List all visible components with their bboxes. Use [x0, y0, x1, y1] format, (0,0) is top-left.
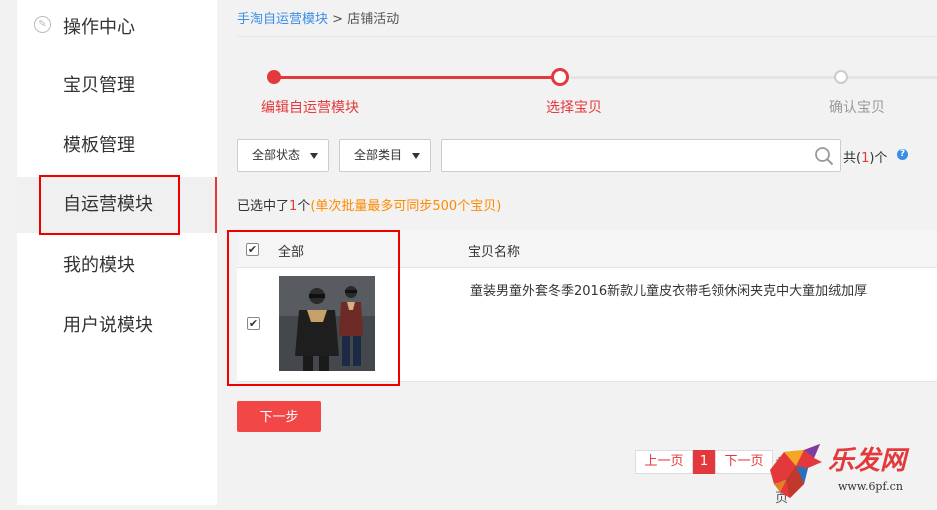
status-dropdown[interactable]: 全部状态 — [237, 139, 329, 172]
sidebar-item-my-modules[interactable]: 我的模块 — [17, 238, 217, 294]
next-step-button[interactable]: 下一步 — [237, 401, 321, 432]
step-progress-line — [274, 76, 561, 79]
breadcrumb-current: 店铺活动 — [347, 12, 400, 27]
selection-prefix: 已选中了 — [237, 199, 290, 214]
step-label-edit: 编辑自运营模块 — [261, 100, 359, 116]
search-input[interactable] — [442, 140, 812, 171]
total-suffix: )个 — [869, 151, 888, 166]
divider — [237, 36, 937, 37]
step-remaining-line — [561, 76, 937, 79]
step-done-dot — [267, 70, 281, 84]
wand-icon: ✎ — [34, 16, 51, 33]
sidebar-item-label: 我的模块 — [63, 255, 135, 276]
watermark: 乐发网 www.6pf.cn — [760, 440, 937, 502]
highlight-box — [39, 175, 180, 235]
breadcrumb-separator: > — [332, 12, 344, 27]
total-prefix: 共( — [843, 151, 862, 166]
bull-logo — [770, 444, 822, 498]
highlight-box — [227, 230, 400, 386]
sidebar-header-title: 操作中心 — [63, 17, 135, 38]
sidebar-item-self-operated-modules[interactable]: 自运营模块 — [17, 175, 217, 235]
sidebar-header: ✎ 操作中心 — [17, 0, 217, 50]
category-dropdown[interactable]: 全部类目 — [339, 139, 431, 172]
progress-steps: 编辑自运营模块 选择宝贝 确认宝贝 — [237, 60, 937, 120]
page-number[interactable]: 1 — [693, 450, 715, 474]
step-label-confirm: 确认宝贝 — [829, 100, 885, 116]
step-pending-dot — [834, 70, 848, 84]
search-icon[interactable] — [814, 146, 834, 166]
category-dropdown-value: 全部类目 — [354, 148, 403, 162]
product-title[interactable]: 童装男童外套冬季2016新款儿童皮衣带毛领休闲夹克中大童加绒加厚 — [470, 280, 867, 299]
header-product-name: 宝贝名称 — [468, 245, 521, 260]
breadcrumb: 手淘自运营模块 > 店铺活动 — [237, 8, 399, 27]
product-table: ✔ 全部 宝贝名称 ✔ 童装男童外套冬季2016新款儿童皮衣带毛领休闲夹克中大童… — [227, 230, 937, 386]
help-icon[interactable]: ? — [897, 149, 908, 160]
status-dropdown-value: 全部状态 — [252, 148, 301, 162]
sidebar-item-templates[interactable]: 模板管理 — [17, 118, 217, 174]
watermark-name: 乐发网 — [828, 446, 907, 476]
sidebar: ✎ 操作中心 宝贝管理 模板管理 自运营模块 我的模块 用户说模块 — [17, 0, 217, 505]
step-current-dot — [551, 68, 569, 86]
caret-down-icon — [310, 153, 318, 159]
sidebar-item-label: 模板管理 — [63, 135, 135, 156]
caret-down-icon — [412, 153, 420, 159]
total-count: 共(1)个 — [843, 147, 887, 166]
step-label-select: 选择宝贝 — [546, 100, 602, 116]
main-content: 手淘自运营模块 > 店铺活动 编辑自运营模块 选择宝贝 确认宝贝 全部状态 全部… — [227, 0, 937, 510]
sidebar-item-label: 用户说模块 — [63, 315, 153, 336]
breadcrumb-link[interactable]: 手淘自运营模块 — [237, 12, 328, 27]
sidebar-item-label: 宝贝管理 — [63, 75, 135, 96]
selection-summary: 已选中了1个(单次批量最多可同步500个宝贝) — [237, 195, 501, 214]
sidebar-item-products[interactable]: 宝贝管理 — [17, 58, 217, 114]
selection-unit: 个 — [297, 199, 311, 214]
watermark-url: www.6pf.cn — [838, 480, 903, 493]
selection-limit-note: (单次批量最多可同步500个宝贝) — [310, 199, 502, 214]
prev-page-button[interactable]: 上一页 — [635, 450, 693, 474]
sidebar-item-user-reviews-module[interactable]: 用户说模块 — [17, 298, 217, 354]
search-box — [441, 139, 841, 172]
